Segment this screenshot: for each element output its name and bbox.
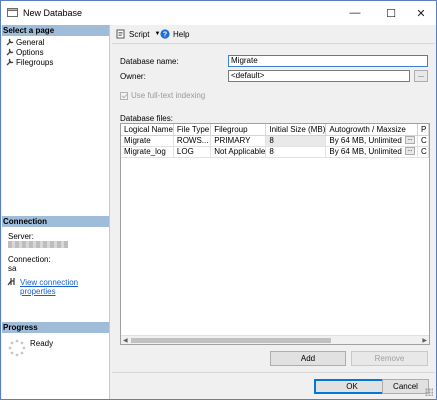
initial-size-cell[interactable]: 8 [265, 146, 327, 158]
page-item-label: Filegroups [16, 57, 54, 67]
select-page-header: Select a page [2, 25, 109, 36]
toolbar: Script ▼ ? Help [112, 25, 435, 43]
script-label: Script [129, 29, 150, 39]
cancel-button[interactable]: Cancel [382, 379, 429, 394]
autogrowth-browse-button[interactable]: ... [404, 136, 415, 144]
checkbox-checked-icon [120, 91, 128, 100]
database-name-input[interactable]: Migrate [228, 55, 428, 67]
server-value-redacted [8, 241, 68, 248]
server-label: Server: [8, 232, 34, 241]
column-header[interactable]: Filegroup [210, 124, 267, 136]
owner-browse-button[interactable]: ... [414, 70, 428, 82]
logical-name-cell[interactable]: Migrate_log [121, 146, 174, 158]
column-header[interactable]: P [417, 124, 429, 136]
connection-value: sa [8, 264, 17, 273]
remove-button[interactable]: Remove [351, 351, 428, 366]
window-title: New Database [23, 8, 83, 18]
wrench-icon [6, 38, 14, 46]
page-item-label: Options [16, 47, 44, 57]
page-item-filegroups[interactable]: Filegroups [6, 57, 53, 67]
close-button[interactable]: ✕ [406, 1, 436, 25]
owner-label: Owner: [120, 72, 146, 81]
autogrowth-cell[interactable]: By 64 MB, Unlimited ... [325, 146, 418, 158]
help-button[interactable]: ? Help [160, 29, 189, 39]
svg-text:?: ? [163, 32, 167, 39]
owner-input[interactable]: <default> [228, 70, 410, 82]
maximize-button[interactable]: ☐ [376, 1, 406, 25]
database-files-label: Database files: [120, 114, 173, 123]
help-icon: ? [160, 29, 170, 39]
filegroup-cell[interactable]: PRIMARY [210, 135, 267, 147]
file-type-cell[interactable]: ROWS... [173, 135, 212, 147]
column-header[interactable]: Initial Size (MB) [265, 124, 327, 136]
new-database-dialog: New Database — ☐ ✕ Select a page General… [0, 0, 437, 400]
connection-properties-icon [7, 278, 15, 286]
wrench-icon [6, 58, 14, 66]
autogrowth-browse-button[interactable]: ... [404, 147, 415, 155]
database-files-grid[interactable]: Logical Name File Type Filegroup Initial… [120, 123, 430, 345]
page-item-general[interactable]: General [6, 37, 44, 47]
ok-button[interactable]: OK [314, 379, 390, 394]
view-connection-properties-link[interactable]: View connection properties [20, 278, 109, 296]
connection-header: Connection [2, 216, 109, 227]
script-icon [116, 29, 125, 39]
table-row[interactable]: Migrate_log LOG Not Applicable 8 By 64 M… [121, 146, 429, 158]
path-cell[interactable]: C [417, 135, 429, 147]
column-header[interactable]: File Type [173, 124, 212, 136]
fulltext-indexing-checkbox[interactable]: Use full-text indexing [120, 91, 205, 100]
page-item-options[interactable]: Options [6, 47, 44, 57]
toolbar-divider [112, 43, 435, 44]
wrench-icon [6, 48, 14, 56]
title-bar: New Database — ☐ ✕ [1, 1, 436, 25]
horizontal-scrollbar[interactable]: ◀ ▶ [121, 335, 429, 344]
resize-grip[interactable] [425, 388, 433, 396]
column-header[interactable]: Logical Name [121, 124, 174, 136]
column-header[interactable]: Autogrowth / Maxsize [325, 124, 418, 136]
script-button[interactable]: Script ▼ [116, 29, 160, 39]
help-label: Help [173, 29, 190, 39]
progress-header: Progress [2, 322, 109, 333]
path-cell[interactable]: C [417, 146, 429, 158]
autogrowth-value: By 64 MB, Unlimited [329, 147, 402, 156]
connection-label: Connection: [8, 255, 51, 264]
database-files-table: Logical Name File Type Filegroup Initial… [121, 124, 429, 158]
initial-size-cell[interactable]: 8 [265, 135, 327, 147]
table-header-row: Logical Name File Type Filegroup Initial… [121, 124, 429, 136]
minimize-button[interactable]: — [340, 1, 370, 25]
file-type-cell[interactable]: LOG [173, 146, 212, 158]
autogrowth-cell[interactable]: By 64 MB, Unlimited ... [325, 135, 418, 147]
filegroup-cell[interactable]: Not Applicable [210, 146, 267, 158]
scroll-left-icon[interactable]: ◀ [123, 337, 128, 344]
footer-divider [112, 372, 435, 373]
database-icon [7, 8, 18, 17]
scroll-right-icon[interactable]: ▶ [422, 337, 427, 344]
progress-status: Ready [30, 339, 54, 348]
database-name-label: Database name: [120, 57, 179, 66]
add-button[interactable]: Add [270, 351, 346, 366]
progress-spinner-icon [8, 339, 26, 357]
scrollbar-thumb[interactable] [131, 338, 331, 343]
autogrowth-value: By 64 MB, Unlimited [329, 136, 402, 145]
left-pane: Select a page General Options Filegroups… [2, 25, 110, 399]
logical-name-cell[interactable]: Migrate [121, 135, 174, 147]
fulltext-indexing-label: Use full-text indexing [131, 91, 206, 100]
page-item-label: General [16, 37, 45, 47]
table-row[interactable]: Migrate ROWS... PRIMARY 8 By 64 MB, Unli… [121, 135, 429, 147]
